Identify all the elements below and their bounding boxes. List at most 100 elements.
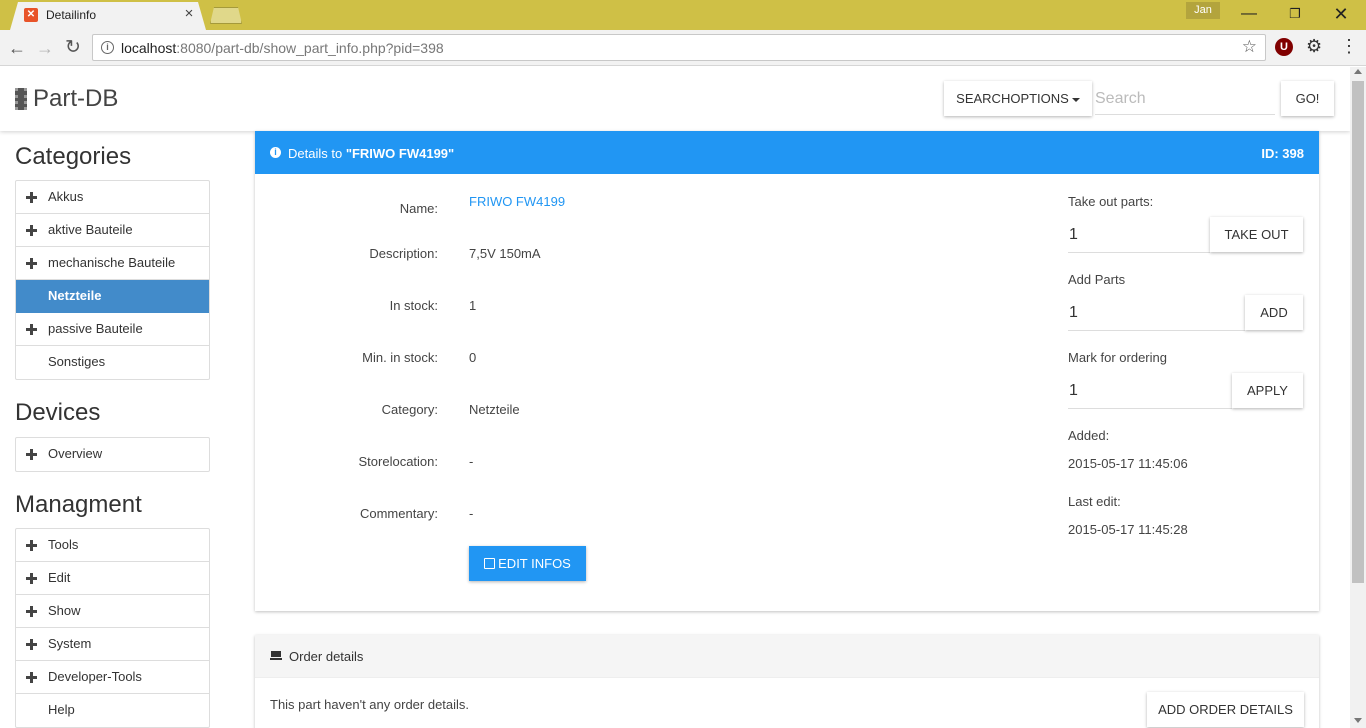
- info-circle-icon: i: [270, 147, 281, 158]
- plus-icon[interactable]: [26, 606, 37, 617]
- sidebar-item[interactable]: Overview: [16, 438, 209, 471]
- plus-icon[interactable]: [26, 324, 37, 335]
- sidebar-item[interactable]: System: [16, 628, 209, 661]
- sidebar-item[interactable]: Netzteile: [16, 280, 209, 313]
- add-button[interactable]: ADD: [1245, 295, 1303, 330]
- sidebar-item-label: Tools: [48, 537, 79, 552]
- edit-icon: [484, 558, 496, 569]
- take-out-button[interactable]: TAKE OUT: [1210, 217, 1303, 252]
- plus-icon[interactable]: [26, 449, 37, 460]
- sidebar-item-label: passive Bauteile: [48, 321, 143, 336]
- browser-titlebar: ✕ Detailinfo × Jan — ❐ ✕: [0, 0, 1366, 30]
- go-button[interactable]: GO!: [1281, 81, 1334, 116]
- details-heading: i Details to "FRIWO FW4199" ID: 398: [255, 131, 1319, 174]
- added-label: Added:: [1068, 428, 1110, 443]
- name-label: Name:: [399, 201, 438, 216]
- part-id: ID: 398: [1261, 146, 1304, 161]
- category-value: Netzteile: [469, 402, 520, 417]
- edit-infos-button[interactable]: EDIT INFOS: [469, 546, 586, 581]
- tab-close-icon[interactable]: ×: [182, 6, 196, 22]
- sidebar-item[interactable]: Developer-Tools: [16, 661, 209, 694]
- details-title: Details to "FRIWO FW4199": [288, 146, 454, 161]
- back-arrow-icon[interactable]: ←: [6, 37, 28, 59]
- details-title-name: "FRIWO FW4199": [345, 146, 455, 161]
- brand[interactable]: Part-DB: [15, 85, 118, 113]
- category-label: Category:: [381, 402, 438, 417]
- add-parts-label: Add Parts: [1068, 272, 1126, 287]
- browser-tab[interactable]: [10, 2, 206, 30]
- sidebar-item-label: Netzteile: [48, 288, 102, 303]
- search-input[interactable]: [1095, 83, 1275, 115]
- sidebar-item-label: Show: [48, 603, 81, 618]
- page-viewport: Part-DB SEARCHOPTIONS GO! Categories Akk…: [0, 67, 1350, 728]
- plus-icon[interactable]: [26, 540, 37, 551]
- add-quantity-input[interactable]: [1068, 295, 1245, 331]
- plus-icon[interactable]: [26, 192, 37, 203]
- plus-icon[interactable]: [26, 672, 37, 683]
- sidebar-item[interactable]: Tools: [16, 529, 209, 562]
- url-text[interactable]: localhost:8080/part-db/show_part_info.ph…: [121, 40, 444, 56]
- sidebar-item-label: mechanische Bauteile: [48, 255, 176, 270]
- management-heading: Managment: [15, 491, 142, 518]
- scroll-down-arrow-icon[interactable]: [1354, 718, 1362, 723]
- sidebar-item-label: Overview: [48, 446, 103, 461]
- reload-icon[interactable]: ↻: [62, 37, 84, 59]
- minimize-icon[interactable]: —: [1236, 4, 1262, 24]
- plus-icon[interactable]: [26, 258, 37, 269]
- new-tab-button[interactable]: [210, 7, 242, 24]
- sidebar-item[interactable]: Edit: [16, 562, 209, 595]
- extension-gear-icon[interactable]: ⚙: [1306, 36, 1322, 57]
- forward-arrow-icon[interactable]: →: [34, 37, 56, 59]
- commentary-label: Commentary:: [359, 506, 438, 521]
- sidebar-item[interactable]: passive Bauteile: [16, 313, 209, 346]
- mininstock-label: Min. in stock:: [362, 350, 438, 365]
- takeout-quantity-input[interactable]: [1068, 217, 1210, 253]
- sidebar-item[interactable]: Sonstiges: [16, 346, 209, 379]
- takeout-label: Take out parts:: [1068, 194, 1154, 209]
- last-edit-value: 2015-05-17 11:45:28: [1068, 522, 1188, 537]
- ublock-extension-icon[interactable]: U: [1275, 38, 1293, 56]
- sidebar-item[interactable]: Help: [16, 694, 209, 727]
- devices-list: Overview: [15, 437, 210, 472]
- mininstock-value: 0: [469, 350, 477, 365]
- browser-menu-icon[interactable]: ⋮: [1340, 36, 1358, 56]
- sidebar-item[interactable]: Akkus: [16, 181, 209, 214]
- url-host: localhost: [121, 40, 177, 56]
- sidebar-item-label: aktive Bauteile: [48, 222, 133, 237]
- plus-icon[interactable]: [26, 639, 37, 650]
- chip-icon: [15, 88, 27, 110]
- sidebar-item[interactable]: aktive Bauteile: [16, 214, 209, 247]
- management-list: Tools Edit Show System Developer-Tools Help: [15, 528, 210, 728]
- sidebar-item[interactable]: Show: [16, 595, 209, 628]
- top-navbar: Part-DB SEARCHOPTIONS GO!: [0, 67, 1350, 131]
- site-info-icon[interactable]: i: [101, 41, 114, 54]
- browser-toolbar: ← → ↻ i localhost:8080/part-db/show_part…: [0, 30, 1366, 66]
- add-order-details-button[interactable]: ADD ORDER DETAILS: [1147, 692, 1304, 727]
- window-close-icon[interactable]: ✕: [1328, 4, 1354, 24]
- order-details-heading: Order details: [255, 635, 1319, 678]
- profile-badge[interactable]: Jan: [1186, 2, 1220, 19]
- added-value: 2015-05-17 11:45:06: [1068, 456, 1188, 471]
- scroll-up-arrow-icon[interactable]: [1354, 69, 1362, 74]
- sidebar-item-label: Edit: [48, 570, 71, 585]
- scrollbar-thumb[interactable]: [1352, 81, 1364, 583]
- address-bar[interactable]: i localhost:8080/part-db/show_part_info.…: [92, 34, 1266, 61]
- categories-heading: Categories: [15, 143, 132, 170]
- plus-icon[interactable]: [26, 573, 37, 584]
- apply-button[interactable]: APPLY: [1232, 373, 1303, 408]
- sidebar-item-label: Developer-Tools: [48, 669, 142, 684]
- order-quantity-input[interactable]: [1068, 373, 1232, 409]
- tab-title: Detailinfo: [46, 8, 97, 22]
- sidebar-item-label: Help: [48, 702, 75, 717]
- name-value[interactable]: FRIWO FW4199: [469, 194, 565, 209]
- order-details-empty-text: This part haven't any order details.: [270, 697, 470, 712]
- instock-value: 1: [469, 298, 477, 313]
- restore-icon[interactable]: ❐: [1282, 4, 1308, 24]
- searchoptions-button[interactable]: SEARCHOPTIONS: [944, 81, 1092, 116]
- plus-icon[interactable]: [26, 225, 37, 236]
- instock-label: In stock:: [389, 298, 438, 313]
- storelocation-label: Storelocation:: [358, 454, 439, 469]
- bookmark-star-icon[interactable]: ☆: [1242, 37, 1257, 57]
- last-edit-label: Last edit:: [1068, 494, 1121, 509]
- sidebar-item[interactable]: mechanische Bauteile: [16, 247, 209, 280]
